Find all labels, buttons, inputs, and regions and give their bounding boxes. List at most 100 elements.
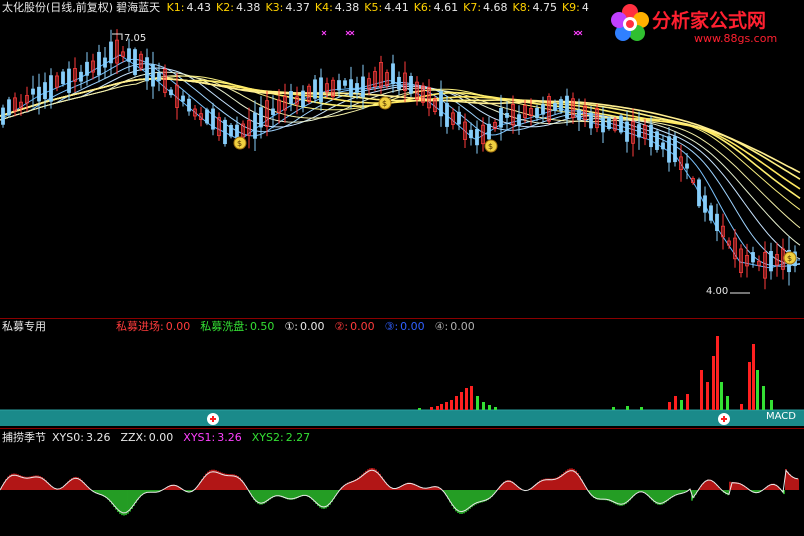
candle-body [607, 117, 611, 129]
cross-marker-icon [207, 413, 219, 425]
candle-body [319, 77, 323, 103]
private-fund-bar [445, 402, 448, 410]
k-value: 4.41 [384, 1, 409, 14]
candle-body [589, 112, 593, 129]
main-chart-header: 太化股份(日线,前复权) 碧海蓝天 K1: 4.43 K2: 4.38 K3: 4.37 K4… [2, 1, 597, 14]
private-fund-bar [716, 336, 719, 410]
indicator-value: 0.00 [165, 320, 191, 333]
private-fund-bar [494, 407, 497, 410]
main-chart-panel[interactable]: $ $ $ $ 太化股份(日线,前复权) 碧海蓝天 K1: 4.43 K2: 4.38 K3: 4… [0, 0, 804, 318]
candle-body [211, 108, 215, 130]
flower-logo-icon [611, 4, 649, 41]
stock-title: 太化股份(日线,前复权) [2, 1, 114, 14]
private-fund-bar [450, 400, 453, 410]
candle-body [127, 48, 131, 62]
k-value: 4 [581, 1, 589, 14]
private-fund-bar [748, 362, 751, 410]
candle-body [85, 61, 89, 76]
candle-body [67, 68, 71, 93]
private-fund-bar [762, 386, 765, 410]
fishing-season-panel[interactable]: 捕捞季节 XYS0: 3.26 ZZX: 0.00 XYS1: 3.26 XYS2: 2.27 [0, 428, 804, 536]
indicator-label: XYS0: [52, 431, 84, 444]
private-fund-bar [465, 388, 468, 410]
candle-body [223, 119, 227, 145]
candle-body [79, 71, 83, 82]
candle-body [505, 112, 509, 118]
candle-body [709, 205, 713, 221]
indicator-value: 0.00 [400, 320, 425, 333]
private-fund-bar [770, 400, 773, 410]
candle-body [541, 104, 545, 115]
indicator-label: 私募进场: [116, 320, 164, 333]
candle-body [289, 91, 293, 104]
candle-body [235, 124, 239, 138]
k-label: K5: [364, 1, 383, 14]
candle-body [601, 117, 605, 133]
private-fund-panel[interactable]: 私募专用 私募进场: 0.00 私募洗盘: 0.50 ①: 0.00 ②: 0.00 ③: 0.00… [0, 318, 804, 428]
candle-body [109, 41, 113, 64]
candle-body [439, 91, 443, 117]
private-fund-bar [706, 382, 709, 410]
private-fund-bar [720, 382, 723, 410]
fishing-season-header: 捕捞季节 XYS0: 3.26 ZZX: 0.00 XYS1: 3.26 XYS2: 2.27 [2, 431, 323, 444]
x-marker-icon [321, 30, 327, 36]
candle-body [7, 99, 11, 116]
indicator-value: 0.50 [249, 320, 275, 333]
private-fund-bar [686, 394, 689, 410]
candle-body [61, 71, 65, 85]
candle-body [487, 123, 491, 140]
k-values: K1: 4.43 K2: 4.38 K3: 4.37 K4: 4.38 K5: 4.41 K6: 4.… [167, 1, 594, 14]
candle-body [667, 136, 671, 163]
private-fund-bar [674, 396, 677, 410]
indicator-label: ZZX: [120, 431, 147, 444]
candle-body [445, 103, 449, 127]
candle-body [457, 111, 461, 125]
k-label: K8: [512, 1, 531, 14]
candle-body [619, 115, 623, 133]
candle-body [49, 75, 53, 102]
private-fund-bar [440, 404, 443, 410]
k-label: K9: [561, 1, 580, 14]
candle-body [553, 103, 557, 112]
candle-body [475, 128, 479, 146]
candle-body [673, 136, 677, 163]
candle-body [685, 163, 689, 169]
k-label: K1: [166, 1, 185, 14]
indicator-label: XYS2: [251, 431, 284, 444]
candle-body [637, 124, 641, 138]
private-fund-bar [700, 370, 703, 410]
candle-body [655, 131, 659, 150]
indicator-value: 0.00 [148, 431, 174, 444]
candle-body [649, 124, 653, 148]
candle-body [769, 251, 773, 272]
indicator-value: 0.00 [350, 320, 375, 333]
candle-body [625, 121, 629, 142]
svg-text:$: $ [787, 254, 792, 263]
k-label: K4: [314, 1, 333, 14]
indicator-label: ③: [384, 320, 399, 333]
candle-body [559, 99, 563, 112]
candle-body [97, 51, 101, 76]
candle-body [187, 98, 191, 112]
k-value: 4.38 [334, 1, 360, 14]
money-bag-icon: $ [783, 251, 797, 265]
panel2-values: 私募进场: 0.00 私募洗盘: 0.50 ①: 0.00 ②: 0.00 ③: 0.00 ④: 0.… [116, 320, 485, 333]
private-fund-bar [756, 370, 759, 410]
indicator-value: 3.26 [85, 431, 111, 444]
fishing-season-canvas[interactable] [0, 428, 804, 536]
candle-body [715, 213, 719, 232]
indicator-label: XYS1: [183, 431, 216, 444]
indicator-label: ①: [284, 320, 299, 333]
private-fund-canvas[interactable] [0, 318, 804, 428]
candle-body [145, 57, 149, 82]
indicator-label: ④: [434, 320, 449, 333]
ribbon-line [0, 71, 801, 246]
candle-body [355, 83, 359, 93]
candle-body [391, 63, 395, 85]
candle-body [103, 57, 107, 68]
indicator-label: ②: [334, 320, 349, 333]
private-fund-bar [418, 408, 421, 410]
private-fund-header: 私募专用 私募进场: 0.00 私募洗盘: 0.50 ①: 0.00 ②: 0.00 ③: 0.00… [2, 320, 488, 333]
candle-body [565, 95, 569, 119]
ribbon-line [0, 63, 801, 266]
